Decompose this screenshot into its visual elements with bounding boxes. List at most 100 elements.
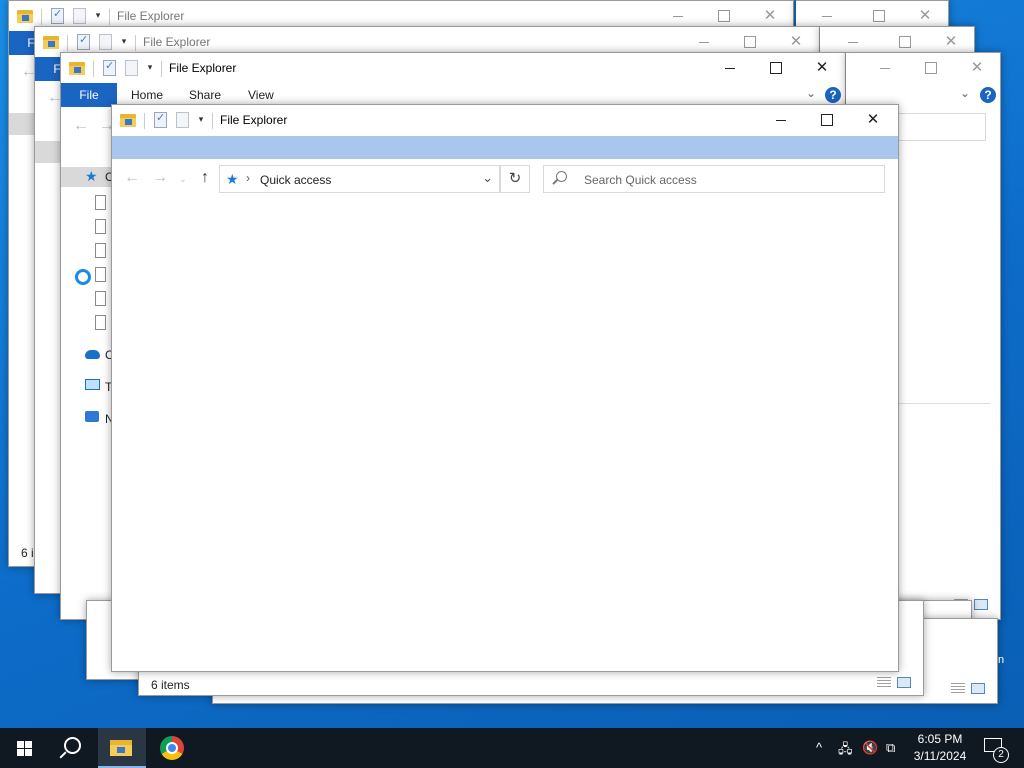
separator [135,35,136,51]
notification-count-badge: 2 [993,747,1009,763]
properties-icon[interactable] [154,111,167,128]
back-button[interactable]: ← [122,169,142,187]
minimize-button[interactable] [804,4,850,28]
document-icon [95,291,106,306]
breadcrumb-quick-access[interactable]: Quick access [260,173,331,187]
window-title: File Explorer [117,9,185,23]
new-folder-icon[interactable] [125,60,138,76]
title-bar[interactable]: ▾ File Explorer ✕ [112,105,898,135]
tab-view[interactable]: View [248,88,274,102]
folder-icon [43,35,59,49]
close-button[interactable]: ✕ [773,30,819,54]
back-button[interactable]: ← [71,117,91,135]
forward-button[interactable]: → [150,169,170,187]
tab-share[interactable]: Share [189,88,221,102]
close-button[interactable]: ✕ [902,4,948,28]
address-dropdown-icon[interactable]: ⌄ [482,170,493,186]
title-bar[interactable]: ▾ File Explorer ✕ [61,53,845,83]
network-icon[interactable]: 🖧 [838,740,853,762]
window-title: File Explorer [220,113,288,127]
maximize-button[interactable] [804,108,850,132]
separator [67,35,68,51]
folder-icon [120,113,136,127]
minimize-button[interactable] [681,30,727,54]
show-hidden-icons-button[interactable]: ^ [816,740,822,755]
up-button[interactable]: ↑ [195,169,215,187]
file-explorer-window-active[interactable]: ▾ File Explorer ✕ ← → ⌄ ↑ ★ › Quick acce… [111,104,899,672]
divider [886,403,990,404]
maximize-button[interactable] [882,30,928,54]
refresh-button[interactable]: ↻ [500,165,530,193]
expand-ribbon-icon[interactable]: ⌄ [960,86,970,100]
close-button[interactable]: ✕ [954,56,1000,80]
close-button[interactable]: ✕ [850,108,896,132]
title-bar[interactable]: ✕ [846,53,1000,83]
input-indicator-icon[interactable]: ⧉ [886,740,895,756]
star-icon: ★ [226,171,239,187]
nav-pane-selected-row [9,113,35,135]
separator [212,113,213,129]
folder-icon [69,61,85,75]
close-button[interactable]: ✕ [747,4,793,28]
breadcrumb-separator: › [246,171,250,185]
minimize-button[interactable] [758,108,804,132]
taskbar-search-button[interactable] [48,728,96,768]
view-buttons[interactable] [951,683,987,697]
search-icon [556,171,567,182]
tab-home[interactable]: Home [131,88,163,102]
minimize-button[interactable] [862,56,908,80]
maximize-button[interactable] [856,4,902,28]
close-button[interactable]: ✕ [799,56,845,80]
details-view-icon[interactable] [877,677,891,689]
customize-dropdown-icon[interactable]: ▾ [196,114,206,125]
minimize-button[interactable] [830,30,876,54]
properties-icon[interactable] [77,33,90,50]
minimize-button[interactable] [707,56,753,80]
window-title: File Explorer [143,35,211,49]
navigation-bar: ← → ⌄ ↑ ★ › Quick access ⌄ ↻ Search Quic… [112,163,898,195]
file-tab[interactable]: File [61,83,117,107]
nav-pane-selected-row [35,141,61,163]
content-pane[interactable] [112,197,898,671]
network-icon [85,411,99,422]
maximize-button[interactable] [908,56,954,80]
address-bar[interactable]: ★ › Quick access ⌄ [219,165,500,193]
document-icon [95,267,106,282]
minimize-button[interactable] [655,4,701,28]
large-icons-view-icon[interactable] [971,683,985,694]
maximize-button[interactable] [727,30,773,54]
clock-time: 6:05 PM [917,732,963,746]
new-folder-icon[interactable] [73,8,86,24]
taskbar: ^ 🖧 🔇 ⧉ 6:05 PM 3/11/2024 2 [0,728,1024,768]
separator [109,9,110,25]
taskbar-chrome[interactable] [148,728,196,768]
help-icon[interactable]: ? [825,87,841,103]
customize-dropdown-icon[interactable]: ▾ [145,62,155,73]
view-buttons[interactable] [877,677,913,691]
details-view-icon[interactable] [951,683,965,695]
star-icon: ★ [85,168,98,184]
taskbar-file-explorer[interactable] [98,728,146,768]
customize-dropdown-icon[interactable]: ▾ [93,10,103,21]
maximize-button[interactable] [701,4,747,28]
close-button[interactable]: ✕ [928,30,974,54]
ribbon-loading-bar [112,136,898,159]
recent-locations-button[interactable]: ⌄ [178,175,188,184]
status-item-count: 6 items [151,678,190,692]
clock-date: 3/11/2024 [913,749,967,763]
new-folder-icon[interactable] [99,34,112,50]
properties-icon[interactable] [103,59,116,76]
large-icons-view-icon[interactable] [897,677,911,688]
expand-ribbon-icon[interactable]: ⌄ [806,86,816,100]
separator [144,113,145,129]
new-folder-icon[interactable] [176,112,189,128]
properties-icon[interactable] [51,7,64,24]
customize-dropdown-icon[interactable]: ▾ [119,36,129,47]
maximize-button[interactable] [753,56,799,80]
start-button[interactable] [0,728,48,768]
volume-muted-icon[interactable]: 🔇 [862,740,878,756]
document-icon [95,315,106,330]
search-input[interactable]: Search Quick access [543,165,885,193]
help-icon[interactable]: ? [980,87,996,103]
large-icons-view-icon[interactable] [974,599,988,610]
